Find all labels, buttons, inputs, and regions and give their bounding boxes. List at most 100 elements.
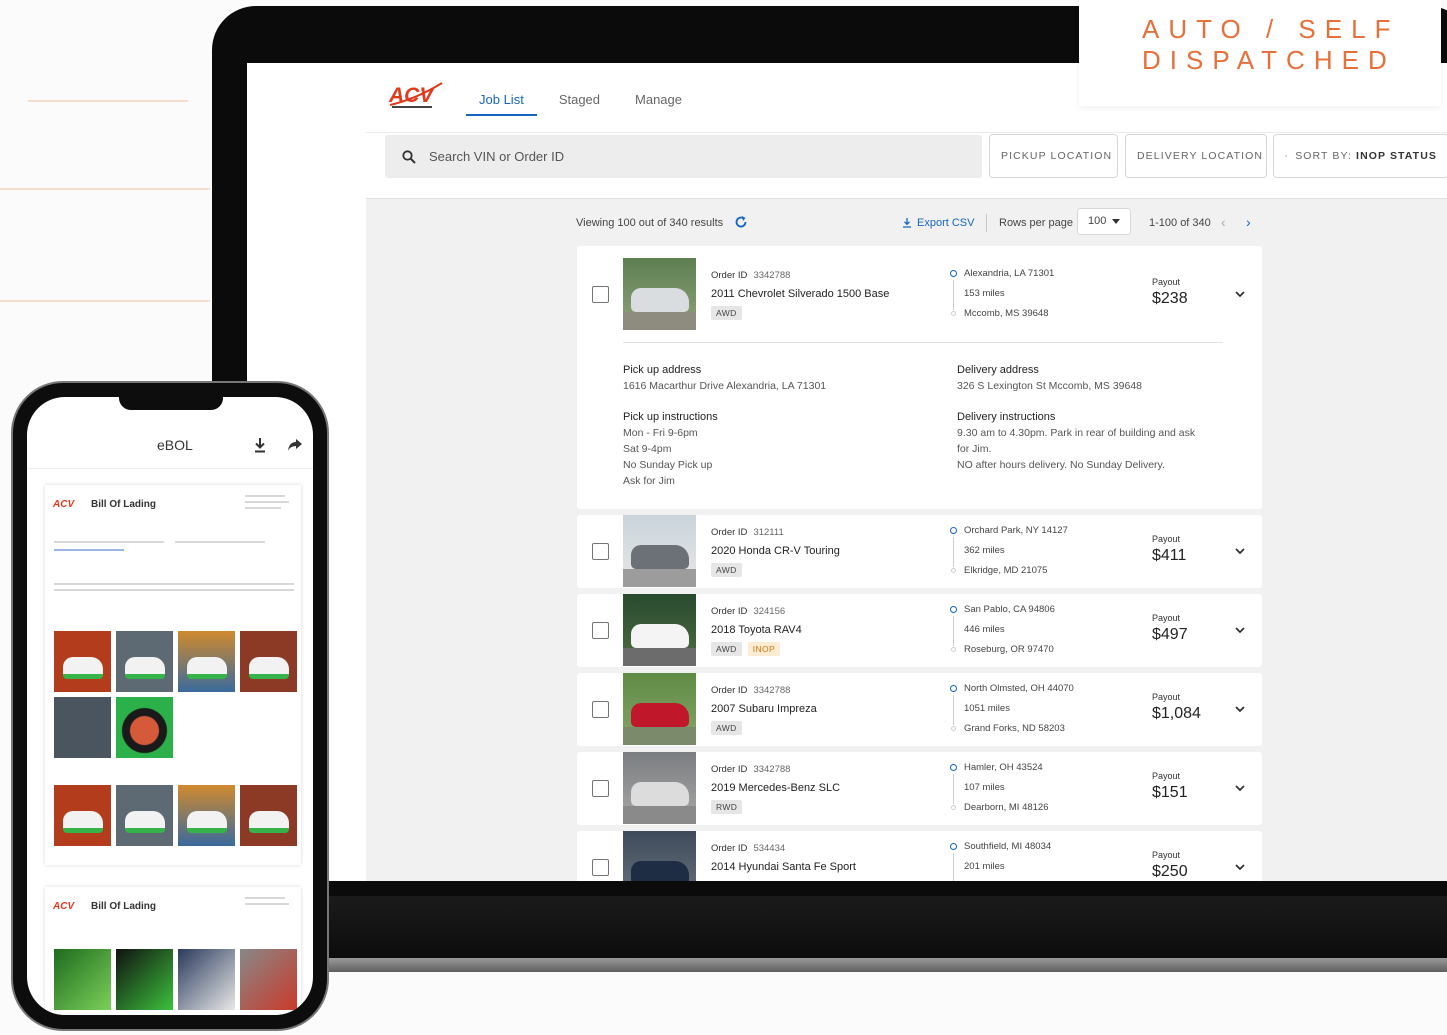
delivery-photo bbox=[116, 785, 173, 846]
payout-label: Payout bbox=[1152, 534, 1181, 544]
job-card[interactable]: Order ID 3342788 2011 Chevrolet Silverado… bbox=[577, 246, 1262, 509]
fine-print bbox=[245, 507, 281, 509]
tab-manage[interactable]: Manage bbox=[622, 63, 695, 133]
rows-per-page-select[interactable]: 100 bbox=[1077, 208, 1131, 235]
laptop-foot bbox=[300, 958, 1447, 972]
card-divider bbox=[623, 342, 1223, 343]
pickup-location-label: PICKUP LOCATION bbox=[1001, 150, 1113, 162]
job-card[interactable]: Order ID 312111 2020 Honda CR-V Touring A… bbox=[577, 515, 1262, 588]
order-id-value: 3342788 bbox=[753, 764, 791, 775]
order-id: Order ID 3342788 bbox=[711, 270, 790, 281]
additional-photo bbox=[178, 949, 235, 1010]
chevron-down-icon[interactable] bbox=[1234, 863, 1246, 871]
destination: Grand Forks, ND 58203 bbox=[964, 723, 1065, 734]
destination: Dearborn, MI 48126 bbox=[964, 802, 1049, 813]
vehicle-photo bbox=[623, 515, 696, 587]
job-card[interactable]: Order ID 3342788 2007 Subaru Impreza AWD … bbox=[577, 673, 1262, 746]
chevron-left-icon[interactable]: ‹ bbox=[1221, 214, 1226, 230]
share-icon[interactable] bbox=[287, 438, 303, 452]
results-count: Viewing 100 out of 340 results bbox=[576, 217, 724, 229]
job-list-app: ACV Job List Staged Manage Search VIN or… bbox=[366, 63, 1447, 881]
vehicle-name: 2007 Subaru Impreza bbox=[711, 703, 817, 715]
rows-per-page-value: 100 bbox=[1088, 215, 1107, 227]
sort-button[interactable]: SORT BY: INOP STATUS bbox=[1273, 134, 1447, 178]
fine-print bbox=[245, 495, 285, 497]
vehicle-name: 2014 Hyundai Santa Fe Sport bbox=[711, 861, 856, 873]
acv-logo: ACV bbox=[388, 82, 443, 108]
order-id-label: Order ID bbox=[711, 606, 748, 617]
miles: 362 miles bbox=[964, 545, 1005, 556]
drivetrain-tag: AWD bbox=[711, 721, 742, 735]
download-icon[interactable] bbox=[253, 437, 267, 453]
additional-photo bbox=[116, 949, 173, 1010]
toolbar-divider bbox=[986, 214, 987, 232]
pickup-photo bbox=[240, 631, 297, 692]
chevron-down-icon[interactable] bbox=[1234, 784, 1246, 792]
delivery-photo bbox=[240, 785, 297, 846]
destination: Mccomb, MS 39648 bbox=[964, 308, 1049, 319]
chevron-down-icon[interactable] bbox=[1234, 626, 1246, 634]
origin-icon bbox=[950, 527, 957, 534]
delivery-photo bbox=[54, 785, 111, 846]
origin-icon bbox=[950, 685, 957, 692]
payout-amount: $250 bbox=[1152, 863, 1188, 880]
laptop-base bbox=[300, 896, 1447, 968]
vehicle-name: 2020 Honda CR-V Touring bbox=[711, 545, 840, 557]
delivery-instruction-line: NO after hours delivery. No Sunday Deliv… bbox=[957, 459, 1165, 471]
job-checkbox[interactable] bbox=[592, 780, 609, 797]
origin: Southfield, MI 48034 bbox=[964, 841, 1052, 852]
search-icon bbox=[402, 149, 416, 164]
vehicle-photo bbox=[623, 673, 696, 745]
chevron-down-icon[interactable] bbox=[1234, 547, 1246, 555]
refresh-icon[interactable] bbox=[734, 215, 748, 229]
pickup-photo bbox=[54, 631, 111, 692]
route: Southfield, MI 48034 201 miles bbox=[950, 841, 1110, 881]
chevron-right-icon[interactable]: › bbox=[1246, 214, 1251, 230]
payout-label: Payout bbox=[1152, 850, 1181, 860]
destination-icon bbox=[951, 805, 956, 810]
order-id-value: 3342788 bbox=[753, 270, 791, 281]
product-label: AUTO / SELF DISPATCHED bbox=[1079, 0, 1441, 106]
pickup-instruction-line: Sat 9-4pm bbox=[623, 443, 672, 455]
job-card[interactable]: Order ID 3342788 2019 Mercedes-Benz SLC R… bbox=[577, 752, 1262, 825]
pickup-location-filter[interactable]: PICKUP LOCATION bbox=[989, 134, 1118, 178]
tab-job-list[interactable]: Job List bbox=[466, 63, 537, 133]
vehicle-photo bbox=[623, 594, 696, 666]
vehicle-tags: AWD bbox=[711, 721, 742, 735]
vehicle-tags: AWD bbox=[711, 563, 742, 577]
route: Alexandria, LA 71301 153 miles Mccomb, M… bbox=[950, 268, 1110, 328]
chevron-down-icon[interactable] bbox=[1234, 290, 1246, 298]
order-id-value: 3342788 bbox=[753, 685, 791, 696]
results-area: Viewing 100 out of 340 results Export CS… bbox=[366, 198, 1447, 881]
job-card[interactable]: Order ID 324156 2018 Toyota RAV4 AWD INOP… bbox=[577, 594, 1262, 667]
order-id: Order ID 3342788 bbox=[711, 685, 790, 696]
job-checkbox[interactable] bbox=[592, 622, 609, 639]
vehicle-tags: AWD bbox=[711, 306, 742, 320]
pickup-photo bbox=[178, 631, 235, 692]
page-range: 1-100 of 340 bbox=[1149, 217, 1211, 229]
search-input[interactable]: Search VIN or Order ID bbox=[385, 135, 982, 178]
order-id: Order ID 312111 bbox=[711, 527, 784, 538]
chevron-down-icon[interactable] bbox=[1234, 705, 1246, 713]
laptop-screen: ACV Job List Staged Manage Search VIN or… bbox=[247, 63, 1447, 881]
fine-print bbox=[54, 549, 124, 551]
job-checkbox[interactable] bbox=[592, 286, 609, 303]
miles: 1051 miles bbox=[964, 703, 1010, 714]
pickup-address-label: Pick up address bbox=[623, 364, 702, 376]
export-csv-button[interactable]: Export CSV bbox=[902, 217, 974, 229]
svg-text:ACV: ACV bbox=[53, 499, 75, 510]
job-card[interactable]: Order ID 534434 2014 Hyundai Santa Fe Spo… bbox=[577, 831, 1262, 881]
route-line bbox=[953, 280, 954, 310]
tab-staged[interactable]: Staged bbox=[546, 63, 613, 133]
drivetrain-tag: RWD bbox=[711, 800, 743, 814]
job-checkbox[interactable] bbox=[592, 701, 609, 718]
job-checkbox[interactable] bbox=[592, 859, 609, 876]
pickup-instructions-label: Pick up instructions bbox=[623, 411, 718, 423]
delivery-location-filter[interactable]: DELIVERY LOCATION bbox=[1125, 134, 1267, 178]
origin-icon bbox=[950, 606, 957, 613]
job-checkbox[interactable] bbox=[592, 543, 609, 560]
order-id-label: Order ID bbox=[711, 843, 748, 854]
pickup-instruction-line: Ask for Jim bbox=[623, 475, 675, 487]
route: North Olmsted, OH 44070 1051 miles Grand… bbox=[950, 683, 1110, 743]
order-id-value: 312111 bbox=[753, 527, 784, 538]
